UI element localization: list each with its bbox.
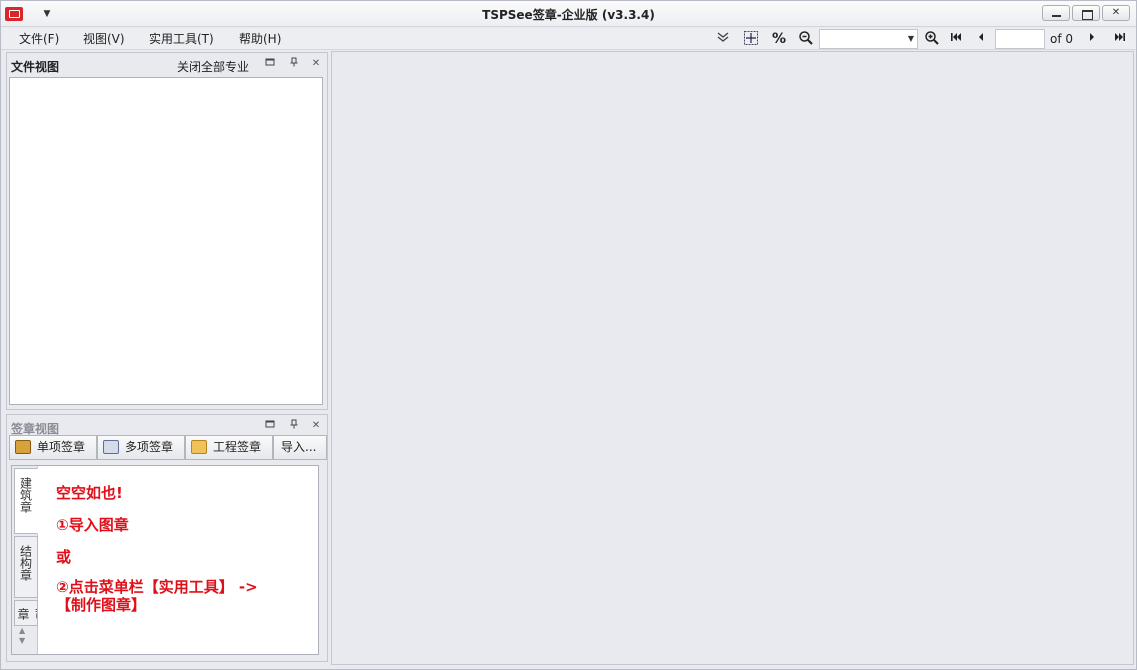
percent-button[interactable]: % <box>770 30 788 48</box>
tab-project-stamp[interactable]: 工程签章 <box>185 435 273 460</box>
document-viewer[interactable] <box>331 51 1134 665</box>
menu-file[interactable]: 文件(F) <box>19 31 59 47</box>
tab-multi-stamp[interactable]: 多项签章 <box>97 435 185 460</box>
multi-stamp-icon <box>103 440 119 454</box>
menu-tools[interactable]: 实用工具(T) <box>149 31 214 47</box>
stamp-view-panel: 签章视图 ✕ 单项签章 多项签章 工程签章 导入... 建筑章 结构章 章 ▲ … <box>6 414 328 662</box>
vtab-architecture[interactable]: 建筑章 <box>14 468 38 534</box>
chevron-down-icon[interactable] <box>714 30 732 48</box>
last-page-icon[interactable] <box>1111 30 1129 48</box>
minimize-button[interactable] <box>1042 5 1070 21</box>
prev-page-icon[interactable] <box>972 30 990 48</box>
pin-icon[interactable] <box>287 419 301 433</box>
file-view-panel: 文件视图 关闭全部专业 ✕ <box>6 52 328 410</box>
menu-view[interactable]: 视图(V) <box>83 31 125 47</box>
close-button[interactable] <box>1102 5 1130 21</box>
vtab-structure[interactable]: 结构章 <box>14 536 38 598</box>
zoom-combo[interactable]: ▼ <box>819 29 918 49</box>
file-view-title: 文件视图 <box>11 60 60 74</box>
menu-help[interactable]: 帮助(H) <box>239 31 281 47</box>
folder-icon <box>191 440 207 454</box>
close-icon[interactable]: ✕ <box>309 419 323 433</box>
vtab-company[interactable]: 司章 <box>14 600 38 626</box>
empty-message-make-stamp: 【制作图章】 <box>56 596 147 614</box>
stamp-category-tabs: 建筑章 结构章 司章 ▲▼ <box>12 466 38 654</box>
stamp-list-area[interactable]: 建筑章 结构章 司章 ▲▼ 空空如也! ①导入图章 或 ②点击菜单栏【实用工具】… <box>11 465 319 655</box>
single-stamp-icon <box>15 440 31 454</box>
menu-bar: 文件(F) 视图(V) 实用工具(T) 帮助(H) % ▼ of 0 <box>1 28 1136 50</box>
file-view-header: 文件视图 关闭全部专业 ✕ <box>7 53 327 75</box>
import-button[interactable]: 导入... <box>273 435 327 460</box>
title-bar: ▼ TSPSee签章-企业版 (v3.3.4) <box>1 1 1136 27</box>
stamp-view-header: 签章视图 ✕ <box>7 415 327 437</box>
pin-icon[interactable] <box>287 57 301 71</box>
close-all-button[interactable]: 关闭全部专业 <box>177 58 249 75</box>
float-icon[interactable] <box>263 57 277 71</box>
zoom-in-icon[interactable] <box>923 30 941 48</box>
empty-message-or: 或 <box>56 548 72 566</box>
close-icon[interactable]: ✕ <box>309 57 323 71</box>
fit-page-icon[interactable] <box>742 30 760 48</box>
combo-dropdown-icon[interactable]: ▼ <box>908 30 914 48</box>
page-number-input[interactable] <box>995 29 1045 49</box>
file-tree[interactable] <box>9 77 323 405</box>
next-page-icon[interactable] <box>1083 30 1101 48</box>
window-title: TSPSee签章-企业版 (v3.3.4) <box>482 8 655 22</box>
page-count-label: of 0 <box>1050 32 1074 46</box>
float-icon[interactable] <box>263 419 277 433</box>
zoom-out-icon[interactable] <box>797 30 815 48</box>
tab-scroll-icon[interactable]: ▲ ▼ <box>19 626 25 646</box>
empty-message-title: 空空如也! <box>56 484 123 502</box>
first-page-icon[interactable] <box>947 30 965 48</box>
tab-single-stamp[interactable]: 单项签章 <box>9 435 97 460</box>
maximize-button[interactable] <box>1072 5 1100 21</box>
app-window: ▼ TSPSee签章-企业版 (v3.3.4) 文件(F) 视图(V) 实用工具… <box>0 0 1137 670</box>
empty-message-import: ①导入图章 <box>56 516 129 534</box>
